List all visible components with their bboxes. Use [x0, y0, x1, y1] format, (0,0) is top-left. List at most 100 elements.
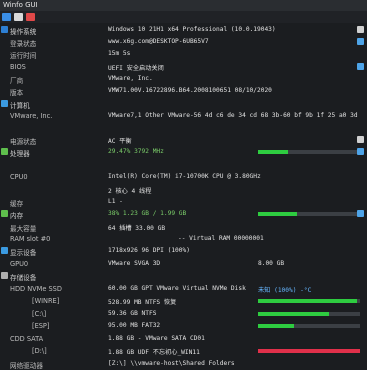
storage-icon	[1, 272, 8, 279]
cache-row: 缓存 L1 -	[0, 196, 367, 208]
d-drive-usage-bar	[258, 349, 360, 353]
storage-row: 存储设备	[0, 270, 367, 282]
c-drive-row: [C:\] 59.36 GB NTFS	[0, 308, 367, 320]
ram-slot-label: RAM slot #0	[10, 235, 51, 243]
os-value: Windows 10 21H1 x64 Professional (10.0.1…	[108, 26, 276, 33]
max-capacity-label: 最大容量	[10, 225, 37, 233]
c-drive-value: 59.36 GB NTFS	[108, 310, 157, 317]
bios-row: BIOS UEFI 安全启动关闭	[0, 61, 367, 73]
cd-sata-label: CDD SATA	[10, 335, 44, 343]
vendor-value: VMware, Inc.	[108, 75, 153, 82]
winre-usage-bar	[258, 299, 360, 303]
info-icon[interactable]	[14, 13, 23, 21]
winre-value: 528.99 MB NTFS 恢复	[108, 299, 177, 306]
cpu-usage-value: 29.47% 3792 MHz	[108, 148, 164, 155]
network-row: 网络驱动器 [Z:\] \\vmware-host\Shared Folders	[0, 358, 367, 370]
bios-value: UEFI 安全启动关闭	[108, 65, 164, 72]
vmware-value: VMware7,1 Other VMware-56 4d c6 de 34 cd…	[108, 112, 358, 119]
max-capacity-value: 64 插槽 33.00 GB	[108, 225, 166, 232]
memory-section-label: 内存	[10, 212, 24, 220]
cd-sata-row: CDD SATA 1.88 GB - VMware SATA CD01	[0, 333, 367, 345]
esp-usage-bar	[258, 324, 360, 328]
network-label: 网络驱动器	[10, 362, 43, 370]
vmware-label: VMware, Inc.	[10, 112, 53, 120]
power-value: AC 平衡	[108, 138, 132, 145]
cpu0-value: Intel(R) Core(TM) i7-10700K CPU @ 3.80GH…	[108, 173, 261, 180]
ram-slot-row: RAM slot #0 -- Virtual RAM 00000001	[0, 233, 367, 245]
login-value: www.x6g.com@DESKTOP-6UB65V7	[108, 38, 209, 45]
gpu-memory: 8.00 GB	[258, 260, 285, 267]
version-row: 版本 VMW71.00V.16722896.B64.2008100651 08/…	[0, 85, 367, 97]
storage-section-label: 存储设备	[10, 274, 37, 282]
runtime-row: 运行时间 15m 5s	[0, 48, 367, 60]
d-drive-row: [D:\] 1.88 GB UDF 不忘初心_WIN11	[0, 345, 367, 357]
esp-row: [ESP] 95.00 MB FAT32	[0, 320, 367, 332]
memory-usage-value: 38% 1.23 GB / 1.99 GB	[108, 210, 187, 217]
d-drive-value: 1.88 GB UDF 不忘初心_WIN11	[108, 349, 200, 356]
cpu-detail-icon[interactable]	[357, 148, 364, 155]
d-drive-label: [D:\]	[32, 347, 47, 355]
window-title: Winfo GUI	[3, 1, 38, 9]
gpu-row: GPU0 VMware SVGA 3D 8.00 GB	[0, 258, 367, 270]
esp-value: 95.00 MB FAT32	[108, 322, 161, 329]
cache-label: 缓存	[10, 200, 24, 208]
app-icon[interactable]	[2, 13, 11, 21]
display-value: 1718x926 96 DPI (100%)	[108, 247, 190, 254]
display-section-label: 显示设备	[10, 249, 37, 257]
runtime-label: 运行时间	[10, 52, 37, 60]
version-value: VMW71.00V.16722896.B64.2008100651 08/10/…	[108, 87, 272, 94]
cd-sata-value: 1.88 GB - VMware SATA CD01	[108, 335, 205, 342]
display-icon	[1, 247, 8, 254]
cores-value: 2 核心 4 线程	[108, 188, 152, 195]
os-row: 操作系统 Windows 10 21H1 x64 Professional (1…	[0, 24, 367, 36]
title-bar: Winfo GUI	[0, 0, 367, 11]
power-row: 电源状态 AC 平衡	[0, 134, 367, 146]
info-icon[interactable]	[357, 26, 364, 33]
nvme-status: 未知 (100%) -°C	[258, 287, 312, 294]
cpu-row: 处理器 29.47% 3792 MHz	[0, 146, 367, 158]
cores-row: 2 核心 4 线程	[0, 184, 367, 196]
esp-label: [ESP]	[32, 322, 50, 330]
cpu-icon	[1, 148, 8, 155]
bios-label: BIOS	[10, 63, 26, 71]
error-icon[interactable]	[26, 13, 35, 21]
nvme-value: 60.00 GB GPT VMware Virtual NVMe Disk	[108, 285, 246, 292]
computer-row: 计算机	[0, 98, 367, 110]
toolbar	[0, 11, 367, 23]
login-row: 登录状态 www.x6g.com@DESKTOP-6UB65V7	[0, 36, 367, 48]
os-label: 操作系统	[10, 28, 37, 36]
memory-icon	[1, 210, 8, 217]
vmware-row: VMware, Inc. VMware7,1 Other VMware-56 4…	[0, 110, 367, 122]
login-label: 登录状态	[10, 40, 37, 48]
user-icon[interactable]	[357, 38, 364, 45]
nvme-label: HDD NVMe SSD	[10, 285, 62, 293]
vendor-label: 厂商	[10, 77, 24, 85]
network-value: [Z:\] \\vmware-host\Shared Folders	[108, 360, 235, 367]
gpu-label: GPU0	[10, 260, 29, 268]
version-label: 版本	[10, 89, 24, 97]
memory-usage-bar	[258, 212, 360, 216]
winre-label: [WINRE]	[32, 297, 60, 305]
gpu-value: VMware SVGA 3D	[108, 260, 161, 267]
windows-icon	[1, 26, 8, 33]
cpu-usage-bar	[258, 150, 360, 154]
runtime-value: 15m 5s	[108, 50, 131, 57]
cpu-section-label: 处理器	[10, 150, 30, 158]
power-label: 电源状态	[10, 138, 37, 146]
computer-icon	[1, 100, 8, 107]
nvme-row: HDD NVMe SSD 60.00 GB GPT VMware Virtual…	[0, 283, 367, 295]
power-icon[interactable]	[357, 136, 364, 143]
bios-icon[interactable]	[357, 63, 364, 70]
display-row: 显示设备 1718x926 96 DPI (100%)	[0, 245, 367, 257]
memory-detail-icon[interactable]	[357, 210, 364, 217]
winre-row: [WINRE] 528.99 MB NTFS 恢复	[0, 295, 367, 307]
max-capacity-row: 最大容量 64 插槽 33.00 GB	[0, 221, 367, 233]
c-drive-usage-bar	[258, 312, 360, 316]
vendor-row: 厂商 VMware, Inc.	[0, 73, 367, 85]
cpu0-row: CPU0 Intel(R) Core(TM) i7-10700K CPU @ 3…	[0, 171, 367, 183]
cache-value: L1 -	[108, 198, 123, 205]
computer-label: 计算机	[10, 102, 30, 110]
memory-row: 内存 38% 1.23 GB / 1.99 GB	[0, 208, 367, 220]
ram-slot-info: -- Virtual RAM 00000001	[178, 235, 264, 242]
cpu0-label: CPU0	[10, 173, 28, 181]
